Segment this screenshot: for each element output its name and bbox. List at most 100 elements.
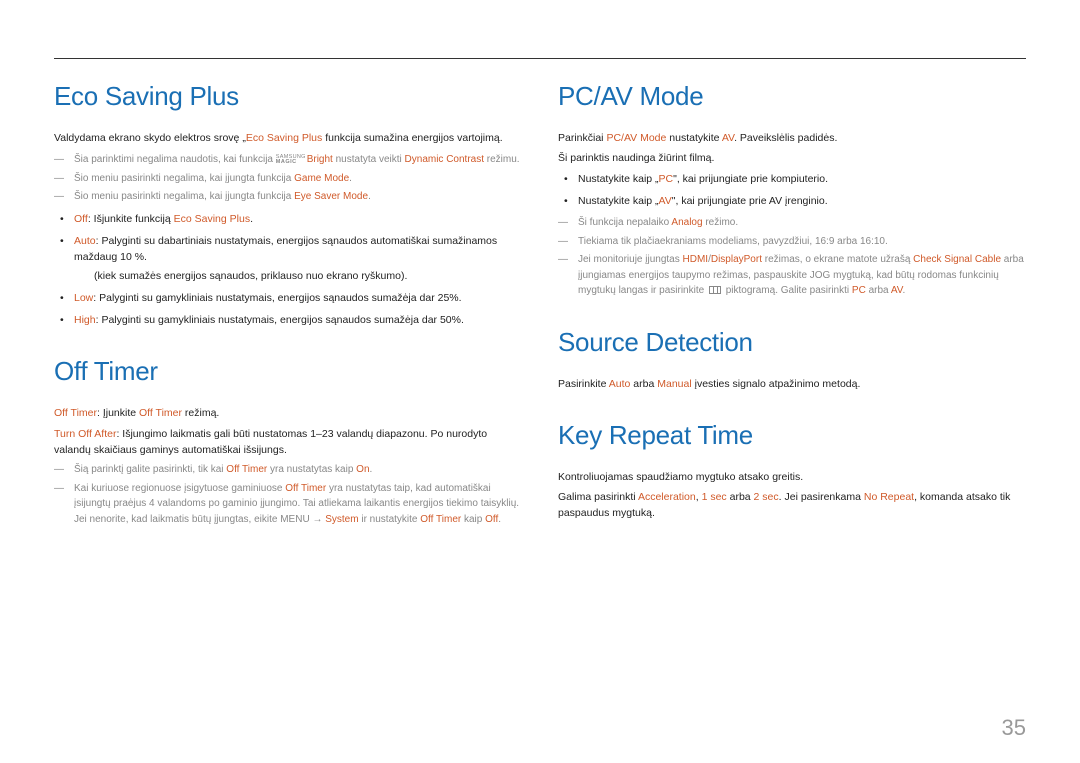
t: įvesties signalo atpažinimo metodą. (692, 378, 861, 390)
eco-low: Low: Palyginti su gamykliniais nustatyma… (54, 290, 522, 306)
t: Bright (307, 154, 333, 165)
t: No Repeat (864, 491, 914, 503)
pcav-p2: Ši parinktis naudinga žiūrint filmą. (558, 150, 1026, 166)
two-column-layout: Eco Saving Plus Valdydama ekrano skydo e… (54, 81, 1026, 533)
section-eco-saving-plus: Eco Saving Plus Valdydama ekrano skydo e… (54, 81, 522, 328)
t: Nustatykite kaip „ (578, 195, 659, 207)
section-pc-av-mode: PC/AV Mode Parinkčiai PC/AV Mode nustaty… (558, 81, 1026, 299)
eco-off: Off: Išjunkite funkciją Eco Saving Plus. (54, 211, 522, 227)
t: piktogramą. Galite pasirinkti (723, 285, 852, 296)
t: Off Timer (54, 407, 97, 419)
eco-auto: Auto: Palyginti su dabartiniais nustatym… (54, 233, 522, 284)
t: . (370, 464, 373, 475)
t: Tiekiama tik plačiaekraniams modeliams, … (578, 236, 888, 247)
t: režimą. (182, 407, 219, 419)
t: Off (74, 213, 88, 225)
pcav-options: Nustatykite kaip „PC", kai prijungiate p… (558, 171, 1026, 210)
document-page: Eco Saving Plus Valdydama ekrano skydo e… (0, 0, 1080, 533)
section-off-timer: Off Timer Off Timer: Įjunkite Off Timer … (54, 356, 522, 527)
t: High (74, 314, 96, 326)
t: AV (659, 195, 672, 207)
t: Game Mode (294, 173, 349, 184)
t: ", kai prijungiate prie kompiuterio. (673, 173, 828, 185)
t: Eye Saver Mode (294, 191, 368, 202)
eco-notes: Šia parinktimi negalima naudotis, kai fu… (54, 152, 522, 205)
eco-intro: Valdydama ekrano skydo elektros srovę „E… (54, 130, 522, 146)
t: ", kai prijungiate prie AV įrenginio. (672, 195, 828, 207)
t: yra nustatytas kaip (267, 464, 356, 475)
t: Turn Off After (54, 428, 116, 440)
t: Parinkčiai (558, 132, 606, 144)
t: PC/AV Mode (606, 132, 666, 144)
t: režimu. (484, 154, 520, 165)
offtimer-notes: Šią parinktį galite pasirinkti, tik kai … (54, 462, 522, 527)
top-rule (54, 58, 1026, 59)
t: Off Timer (226, 464, 267, 475)
t: Auto (74, 235, 96, 247)
pcav-notes: Ši funkcija nepalaiko Analog režimo. Tie… (558, 215, 1026, 299)
t: Low (74, 292, 93, 304)
key-p2: Galima pasirinkti Acceleration, 1 sec ar… (558, 489, 1026, 522)
pcav-note-3: Jei monitoriuje įjungtas HDMI/DisplayPor… (558, 252, 1026, 299)
t: . (368, 191, 371, 202)
t: Šia parinktimi negalima naudotis, kai fu… (74, 154, 276, 165)
t: Pasirinkite (558, 378, 609, 390)
t: 2 sec (754, 491, 779, 503)
t: : Išjunkite funkciją (88, 213, 174, 225)
t: režimas, o ekrane matote užrašą (762, 254, 913, 265)
eco-note-3: Šio meniu pasirinkti negalima, kai įjung… (54, 189, 522, 205)
t: AV (891, 285, 903, 296)
pcav-note-2: Tiekiama tik plačiaekraniams modeliams, … (558, 234, 1026, 250)
heading-off-timer: Off Timer (54, 356, 522, 387)
t: Off Timer (420, 514, 461, 525)
eco-note-1: Šia parinktimi negalima naudotis, kai fu… (54, 152, 522, 168)
heading-key-repeat-time: Key Repeat Time (558, 420, 1026, 451)
t: . (349, 173, 352, 184)
offtimer-p2: Turn Off After: Išjungimo laikmatis gali… (54, 426, 522, 459)
t: arba (727, 491, 754, 503)
t: Off (485, 514, 498, 525)
t: Kai kuriuose regionuose įsigytuose gamin… (74, 483, 285, 494)
t: kaip (461, 514, 485, 525)
t: nustatyta veikti (333, 154, 405, 165)
t: : Palyginti su gamykliniais nustatymais,… (93, 292, 461, 304)
key-p1: Kontroliuojamas spaudžiamo mygtuko atsak… (558, 469, 1026, 485)
t: . (498, 514, 501, 525)
eco-note-2: Šio meniu pasirinkti negalima, kai įjung… (54, 171, 522, 187)
source-p: Pasirinkite Auto arba Manual įvesties si… (558, 376, 1026, 392)
t: režimo. (703, 217, 739, 228)
t: Eco Saving Plus (174, 213, 250, 225)
t: Ši funkcija nepalaiko (578, 217, 671, 228)
t: . Jei pasirenkama (779, 491, 864, 503)
eco-intro-post: funkcija sumažina energijos vartojimą. (322, 132, 502, 144)
t: Dynamic Contrast (405, 154, 484, 165)
t: HDMI (683, 254, 709, 265)
eco-high: High: Palyginti su gamykliniais nustatym… (54, 312, 522, 328)
t: : Išjungimo laikmatis gali būti nustatom… (54, 428, 487, 456)
t: System (325, 514, 358, 525)
pcav-av: Nustatykite kaip „AV", kai prijungiate p… (558, 193, 1026, 209)
t: Šio meniu pasirinkti negalima, kai įjung… (74, 191, 294, 202)
t: Off Timer (139, 407, 182, 419)
section-key-repeat-time: Key Repeat Time Kontroliuojamas spaudžia… (558, 420, 1026, 522)
page-number: 35 (1002, 715, 1026, 741)
t: Nustatykite kaip „ (578, 173, 659, 185)
t: Off Timer (285, 483, 326, 494)
pcav-pc: Nustatykite kaip „PC", kai prijungiate p… (558, 171, 1026, 187)
t: MAGIC (276, 160, 306, 165)
offtimer-p1: Off Timer: Įjunkite Off Timer režimą. (54, 405, 522, 421)
t: . Paveikslėlis padidės. (734, 132, 837, 144)
t: arba (866, 285, 891, 296)
t: arba (630, 378, 657, 390)
t: Šią parinktį galite pasirinkti, tik kai (74, 464, 226, 475)
pcav-note-1: Ši funkcija nepalaiko Analog režimo. (558, 215, 1026, 231)
t: Jei monitoriuje įjungtas (578, 254, 683, 265)
t: ir nustatykite (359, 514, 421, 525)
arrow-icon: → (312, 514, 322, 525)
t: Galima pasirinkti (558, 491, 638, 503)
eco-auto-sub: (kiek sumažės energijos sąnaudos, prikla… (74, 268, 522, 284)
eco-intro-hl: Eco Saving Plus (246, 132, 322, 144)
offtimer-note-1: Šią parinktį galite pasirinkti, tik kai … (54, 462, 522, 478)
eco-options: Off: Išjunkite funkciją Eco Saving Plus.… (54, 211, 522, 329)
t: AV (722, 132, 734, 144)
